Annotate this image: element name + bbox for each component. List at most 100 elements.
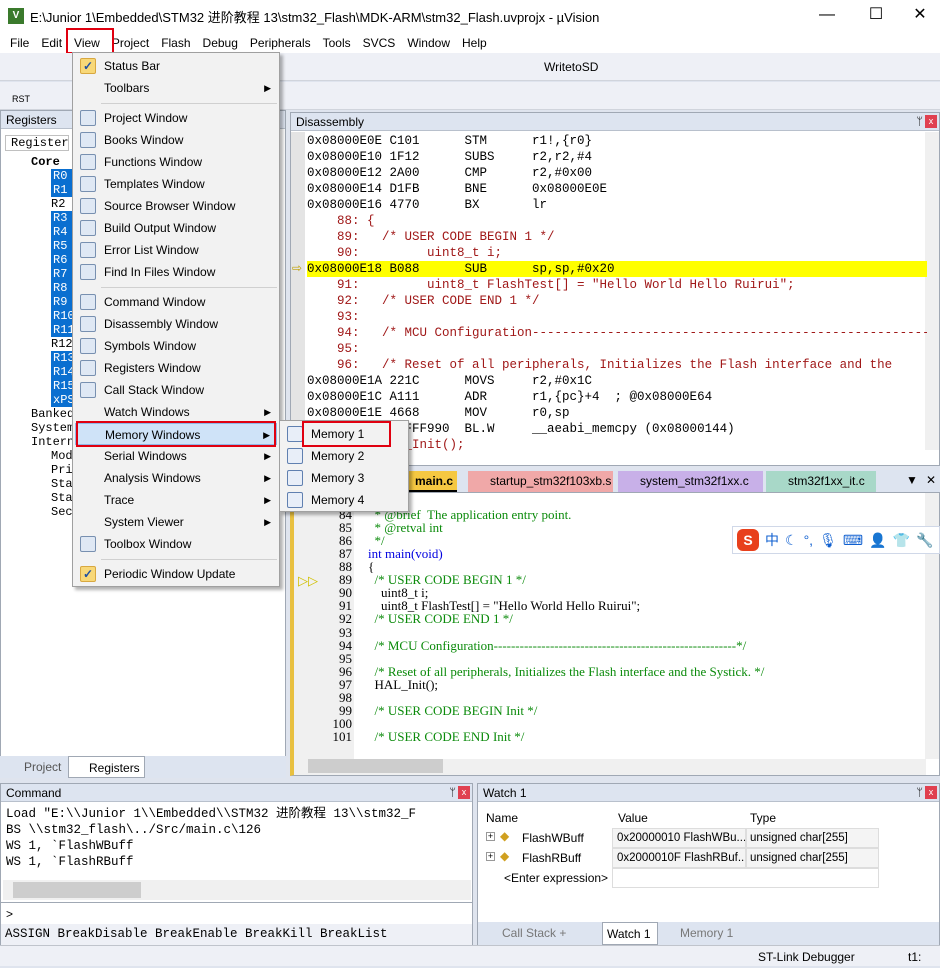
menu-flash[interactable]: Flash (155, 36, 196, 50)
register-xpsr[interactable]: xPSR (51, 393, 73, 407)
disassembly-line[interactable]: 0x08000E14 D1FB BNE 0x08000E0E (307, 181, 927, 197)
register-r12[interactable]: R12 (51, 337, 73, 351)
disassembly-line[interactable]: 96: /* Reset of all peripherals, Initial… (307, 357, 927, 373)
code-line[interactable]: /* Reset of all peripherals, Initializes… (368, 665, 765, 678)
submenu-item-memory-4[interactable]: Memory 4 (282, 489, 406, 511)
user-icon[interactable]: 👤 (869, 532, 886, 549)
menu-item-error-list-window[interactable]: Error List Window (75, 239, 277, 261)
watch-column-name[interactable]: Name (486, 811, 518, 825)
tree-node-core[interactable]: Core (31, 155, 60, 169)
register-r3[interactable]: R3 (51, 211, 73, 225)
menu-item-trace[interactable]: Trace ▶ (75, 489, 277, 511)
reset-button[interactable]: RST (12, 94, 30, 104)
menu-window[interactable]: Window (401, 36, 456, 50)
disassembly-line[interactable]: 0x08000E1E 4668 MOV r0,sp (307, 405, 927, 421)
tab-project[interactable]: Project (24, 760, 61, 774)
code-line[interactable]: uint8_t FlashTest[] = "Hello World Hello… (368, 599, 640, 612)
menu-debug[interactable]: Debug (197, 36, 244, 50)
menu-tools[interactable]: Tools (317, 36, 357, 50)
close-button[interactable]: ✕ (908, 4, 932, 26)
menu-item-toolbars[interactable]: Toolbars ▶ (75, 77, 277, 99)
register-column-header[interactable]: Register (5, 135, 69, 151)
pin-icon[interactable]: ᛘ (916, 784, 923, 802)
watch-tab-watch-1[interactable]: Watch 1 (602, 922, 658, 945)
watch-value[interactable]: 0x20000010 FlashWBu... (612, 828, 746, 848)
disassembly-line[interactable]: 0x08000E0E C101 STM r1!,{r0} (307, 133, 927, 149)
menu-item-call-stack-window[interactable]: Call Stack Window (75, 379, 277, 401)
tabs-dropdown-icon[interactable]: ▼ (906, 473, 918, 487)
close-icon[interactable]: x (458, 786, 470, 799)
menu-item-build-output-window[interactable]: Build Output Window (75, 217, 277, 239)
ime-mode[interactable]: 中 (765, 530, 779, 550)
current-instruction-line[interactable]: 0x08000E18 B088 SUB sp,sp,#0x20 (307, 261, 927, 277)
watch-tab-call-stack-locals[interactable]: Call Stack + Locals (484, 922, 602, 963)
disassembly-scrollbar[interactable] (925, 132, 939, 450)
code-line[interactable]: /* USER CODE BEGIN Init */ (368, 704, 538, 717)
code-line[interactable]: /* USER CODE END Init */ (368, 730, 525, 743)
microphone-icon[interactable]: 🎙 (819, 532, 837, 549)
watch-column-value[interactable]: Value (618, 811, 648, 825)
pin-icon[interactable]: ᛘ (449, 784, 456, 802)
register-r15[interactable]: R15 (51, 379, 73, 393)
command-input[interactable]: > (1, 902, 472, 924)
command-hscrollbar[interactable] (3, 880, 471, 900)
close-icon[interactable]: x (925, 786, 937, 799)
punctuation-icon[interactable]: °, (804, 532, 814, 548)
wrench-icon[interactable]: 🔧 (916, 532, 933, 549)
register-r8[interactable]: R8 (51, 281, 73, 295)
menu-item-periodic-window-update[interactable]: ✓ Periodic Window Update (75, 563, 277, 585)
tab-stm32f1xx_it-c[interactable]: stm32f1xx_it.c (766, 471, 876, 492)
pin-icon[interactable]: ᛘ (916, 113, 923, 131)
code-line[interactable]: /* USER CODE END 1 */ (368, 612, 513, 625)
disassembly-line[interactable]: 89: /* USER CODE BEGIN 1 */ (307, 229, 927, 245)
tree-node-internal-item[interactable]: Mode (51, 449, 73, 463)
menu-item-disassembly-window[interactable]: Disassembly Window (75, 313, 277, 335)
expand-icon[interactable]: + (486, 832, 495, 841)
disassembly-line[interactable]: 91: uint8_t FlashTest[] = "Hello World H… (307, 277, 927, 293)
tree-node-system[interactable]: System (31, 421, 74, 435)
watch-column-type[interactable]: Type (750, 811, 776, 825)
register-r5[interactable]: R5 (51, 239, 73, 253)
code-line[interactable]: { (368, 560, 374, 573)
close-icon[interactable]: x (925, 115, 937, 128)
tree-node-internal-item[interactable]: Sec (51, 505, 73, 519)
disassembly-line[interactable]: 94: /* MCU Configuration----------------… (307, 325, 927, 341)
tree-node-banked[interactable]: Banked (31, 407, 74, 421)
watch-name[interactable]: FlashWBuff (522, 831, 584, 845)
menu-item-system-viewer[interactable]: System Viewer ▶ (75, 511, 277, 533)
menu-item-symbols-window[interactable]: Symbols Window (75, 335, 277, 357)
menu-item-serial-windows[interactable]: Serial Windows ▶ (75, 445, 277, 467)
menu-item-toolbox-window[interactable]: Toolbox Window (75, 533, 277, 555)
menu-item-source-browser-window[interactable]: Source Browser Window (75, 195, 277, 217)
menu-item-functions-window[interactable]: Functions Window (75, 151, 277, 173)
code-line[interactable]: /* MCU Configuration--------------------… (368, 639, 747, 652)
submenu-item-memory-2[interactable]: Memory 2 (282, 445, 406, 467)
register-r6[interactable]: R6 (51, 253, 73, 267)
code-line[interactable]: uint8_t i; (368, 586, 428, 599)
target-name[interactable]: WritetoSD (544, 60, 598, 74)
tab-system_stm32f1xx-c[interactable]: system_stm32f1xx.c (618, 471, 763, 492)
watch-value[interactable]: 0x2000010F FlashRBuf... (612, 848, 746, 868)
disassembly-line[interactable]: 90: uint8_t i; (307, 245, 927, 261)
register-r10[interactable]: R10 (51, 309, 73, 323)
tree-node-internal-item[interactable]: Stack (51, 477, 73, 491)
register-r13[interactable]: R13 (51, 351, 73, 365)
disassembly-line[interactable]: 0x08000E12 2A00 CMP r2,#0x00 (307, 165, 927, 181)
menu-item-watch-windows[interactable]: Watch Windows ▶ (75, 401, 277, 423)
tree-node-internal-item[interactable]: States (51, 491, 73, 505)
code-line[interactable]: int main(void) (368, 547, 443, 560)
register-r14[interactable]: R14 (51, 365, 73, 379)
register-r0[interactable]: R0 (51, 169, 73, 183)
menu-item-templates-window[interactable]: Templates Window (75, 173, 277, 195)
code-line[interactable]: /* USER CODE BEGIN 1 */ (368, 573, 526, 586)
watch-enter-expression[interactable]: <Enter expression> (504, 871, 608, 885)
register-r11[interactable]: R11 (51, 323, 73, 337)
minimize-button[interactable]: — (815, 4, 839, 26)
code-line[interactable]: * @retval int (368, 521, 443, 534)
disassembly-line[interactable]: 0x08000E1A 221C MOVS r2,#0x1C (307, 373, 927, 389)
sogou-logo-icon[interactable]: S (737, 529, 759, 551)
watch-name[interactable]: FlashRBuff (522, 851, 581, 865)
menu-file[interactable]: File (4, 36, 35, 50)
tab-startup_stm32f103xb-s[interactable]: startup_stm32f103xb.s (468, 471, 613, 492)
tree-node-internal-item[interactable]: Privilege (51, 463, 73, 477)
